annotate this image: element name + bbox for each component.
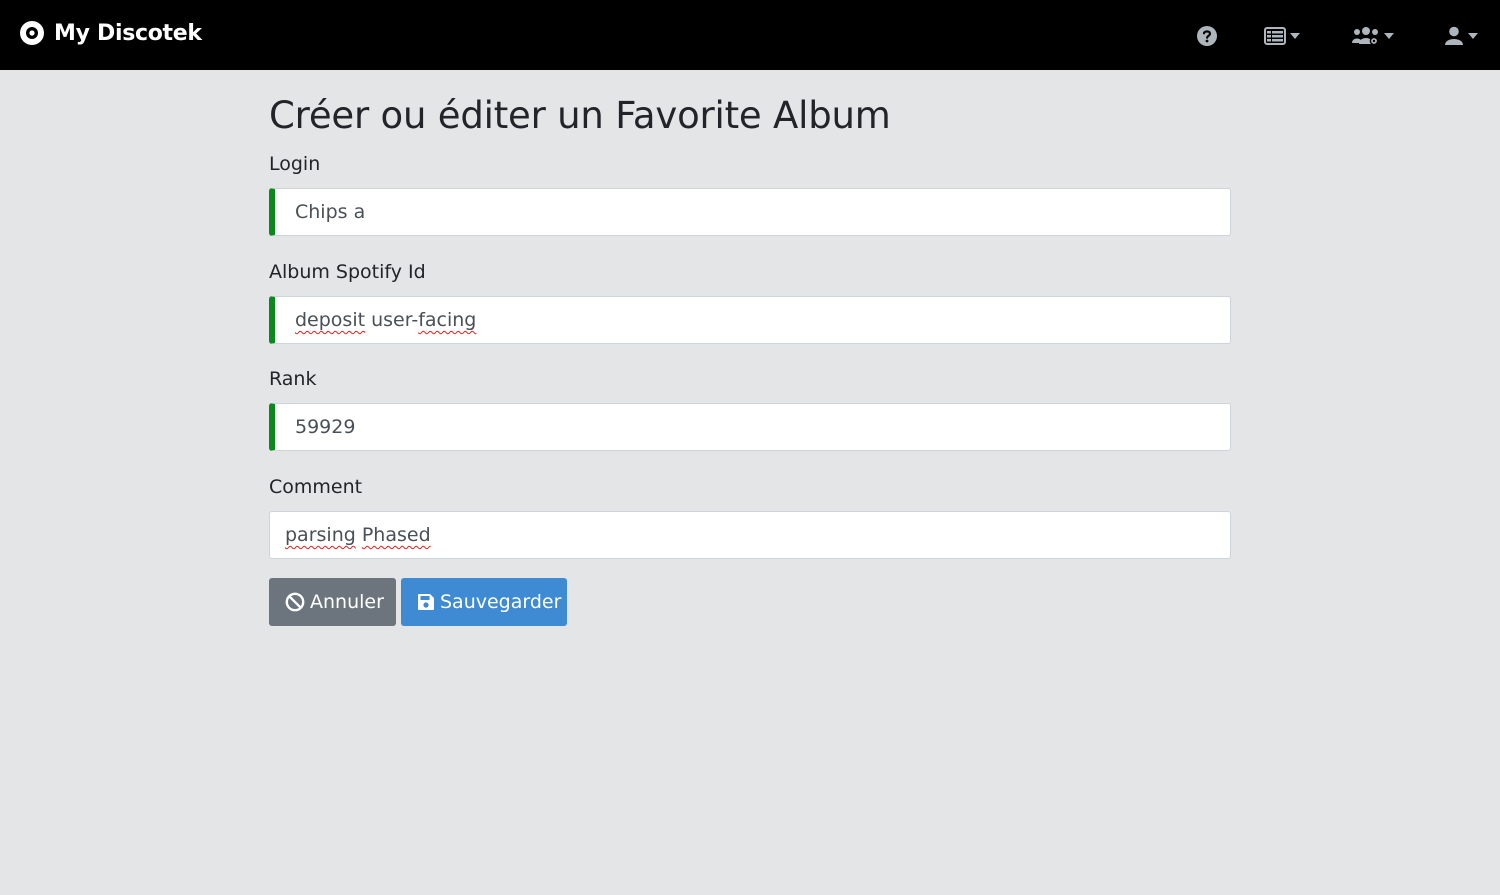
- misspelled-word: deposit: [295, 309, 366, 331]
- misspelled-word: parsing: [285, 524, 356, 546]
- users-admin-icon: [1352, 27, 1379, 46]
- comment-value: parsing Phased: [285, 524, 431, 546]
- comment-field[interactable]: parsing Phased: [269, 511, 1231, 559]
- login-field[interactable]: Chips a: [269, 188, 1231, 236]
- account-icon: [1445, 26, 1463, 45]
- album-spotify-id-field[interactable]: deposit user-facing: [269, 296, 1231, 344]
- admin-menu[interactable]: [1352, 22, 1394, 50]
- misspelled-word: Phased: [361, 524, 431, 546]
- login-value: Chips a: [295, 201, 366, 223]
- brand-link[interactable]: My Discotek: [19, 20, 202, 46]
- login-label: Login: [269, 153, 321, 175]
- save-button-label: Sauvegarder: [440, 591, 562, 613]
- save-button[interactable]: Sauvegarder: [401, 578, 567, 626]
- entities-menu[interactable]: [1264, 22, 1300, 50]
- caret-down-icon: [1468, 33, 1478, 39]
- page-title: Créer ou éditer un Favorite Album: [269, 94, 891, 137]
- cancel-button[interactable]: Annuler: [269, 578, 396, 626]
- ban-icon: [285, 592, 305, 612]
- brand-title: My Discotek: [54, 20, 202, 46]
- cancel-button-label: Annuler: [310, 591, 384, 613]
- account-menu[interactable]: [1444, 22, 1478, 50]
- disc-logo-icon: [20, 21, 44, 45]
- save-icon: [418, 594, 434, 610]
- rank-label: Rank: [269, 368, 317, 390]
- comment-label: Comment: [269, 476, 363, 498]
- navbar: My Discotek: [0, 0, 1500, 70]
- caret-down-icon: [1290, 33, 1300, 39]
- value-text: user-: [365, 309, 419, 331]
- album-spotify-id-label: Album Spotify Id: [269, 261, 426, 283]
- album-spotify-id-value: deposit user-facing: [295, 309, 476, 331]
- misspelled-word: facing: [418, 309, 477, 331]
- entities-list-icon: [1264, 27, 1286, 45]
- rank-value: 59929: [295, 416, 356, 438]
- help-menu[interactable]: [1196, 22, 1218, 50]
- caret-down-icon: [1384, 33, 1394, 39]
- rank-field[interactable]: 59929: [269, 403, 1231, 451]
- help-icon: [1197, 26, 1217, 46]
